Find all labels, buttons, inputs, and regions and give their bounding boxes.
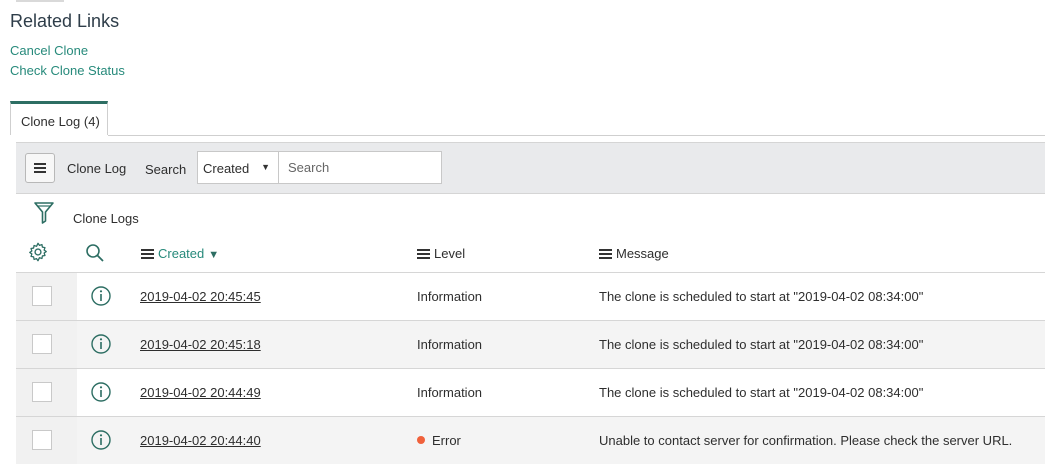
- created-link[interactable]: 2019-04-02 20:44:49: [140, 385, 261, 400]
- row-select-cell: [16, 321, 77, 368]
- table-row: 2019-04-02 20:44:49 Information The clon…: [16, 368, 1045, 416]
- column-menu-icon[interactable]: [417, 249, 430, 259]
- list-menu-button[interactable]: [25, 153, 55, 183]
- check-clone-status-link[interactable]: Check Clone Status: [10, 63, 125, 78]
- clone-log-table: 2019-04-02 20:45:45 Information The clon…: [16, 272, 1045, 464]
- created-link[interactable]: 2019-04-02 20:45:18: [140, 337, 261, 352]
- gear-icon[interactable]: [27, 241, 49, 263]
- table-row: 2019-04-02 20:45:18 Information The clon…: [16, 320, 1045, 368]
- column-menu-icon[interactable]: [599, 249, 612, 259]
- row-checkbox[interactable]: [32, 382, 52, 402]
- row-select-cell: [16, 369, 77, 416]
- top-divider: [16, 0, 64, 2]
- tab-baseline: [108, 135, 1045, 136]
- tab-label: Clone Log (4): [21, 114, 100, 129]
- level-text: Information: [417, 289, 483, 304]
- tab-clone-log[interactable]: Clone Log (4): [10, 101, 108, 135]
- level-cell: Information: [417, 289, 482, 304]
- search-field-select[interactable]: Created ▼: [197, 151, 279, 184]
- message-cell: The clone is scheduled to start at "2019…: [599, 289, 924, 304]
- column-label-created: Created: [158, 246, 205, 261]
- clone-log-panel: Clone Log Search Created ▼ Clone Logs Cr…: [16, 142, 1045, 469]
- search-icon[interactable]: [85, 243, 105, 263]
- column-header-level[interactable]: Level: [417, 246, 465, 261]
- search-label: Search: [145, 162, 187, 177]
- level-text: Information: [417, 337, 483, 352]
- row-checkbox[interactable]: [32, 286, 52, 306]
- column-label-message: Message: [616, 246, 669, 261]
- row-select-cell: [16, 417, 77, 464]
- row-checkbox[interactable]: [32, 334, 52, 354]
- row-select-cell: [16, 273, 77, 320]
- info-icon[interactable]: [90, 429, 112, 451]
- created-link[interactable]: 2019-04-02 20:44:40: [140, 433, 261, 448]
- breadcrumb: Clone Logs: [73, 211, 139, 226]
- level-text: Information: [417, 385, 483, 400]
- message-cell: The clone is scheduled to start at "2019…: [599, 385, 924, 400]
- row-checkbox[interactable]: [32, 430, 52, 450]
- message-cell: Unable to contact server for confirmatio…: [599, 433, 1013, 448]
- list-toolbar: Clone Log Search Created ▼: [16, 142, 1045, 194]
- search-input[interactable]: [278, 151, 442, 184]
- info-icon[interactable]: [90, 285, 112, 307]
- column-menu-icon[interactable]: [141, 249, 154, 259]
- level-text: Error: [432, 433, 461, 448]
- column-label-level: Level: [434, 246, 466, 261]
- cancel-clone-link[interactable]: Cancel Clone: [10, 43, 88, 58]
- error-status-dot: [417, 436, 425, 444]
- column-header-message[interactable]: Message: [599, 246, 669, 261]
- message-cell: The clone is scheduled to start at "2019…: [599, 337, 924, 352]
- list-title: Clone Log: [67, 161, 127, 176]
- info-icon[interactable]: [90, 381, 112, 403]
- created-link[interactable]: 2019-04-02 20:45:45: [140, 289, 261, 304]
- info-icon[interactable]: [90, 333, 112, 355]
- search-field-value: Created: [203, 161, 250, 176]
- filter-icon[interactable]: [33, 201, 55, 225]
- table-row: 2019-04-02 20:44:40 Error Unable to cont…: [16, 416, 1045, 464]
- related-links-title: Related Links: [10, 11, 120, 31]
- chevron-down-icon: ▼: [261, 162, 270, 172]
- level-cell: Information: [417, 337, 482, 352]
- sort-descending-icon[interactable]: ▼: [208, 249, 219, 261]
- level-cell: Information: [417, 385, 482, 400]
- table-row: 2019-04-02 20:45:45 Information The clon…: [16, 272, 1045, 320]
- column-header-created[interactable]: Created ▼: [141, 246, 219, 261]
- level-cell: Error: [417, 433, 461, 448]
